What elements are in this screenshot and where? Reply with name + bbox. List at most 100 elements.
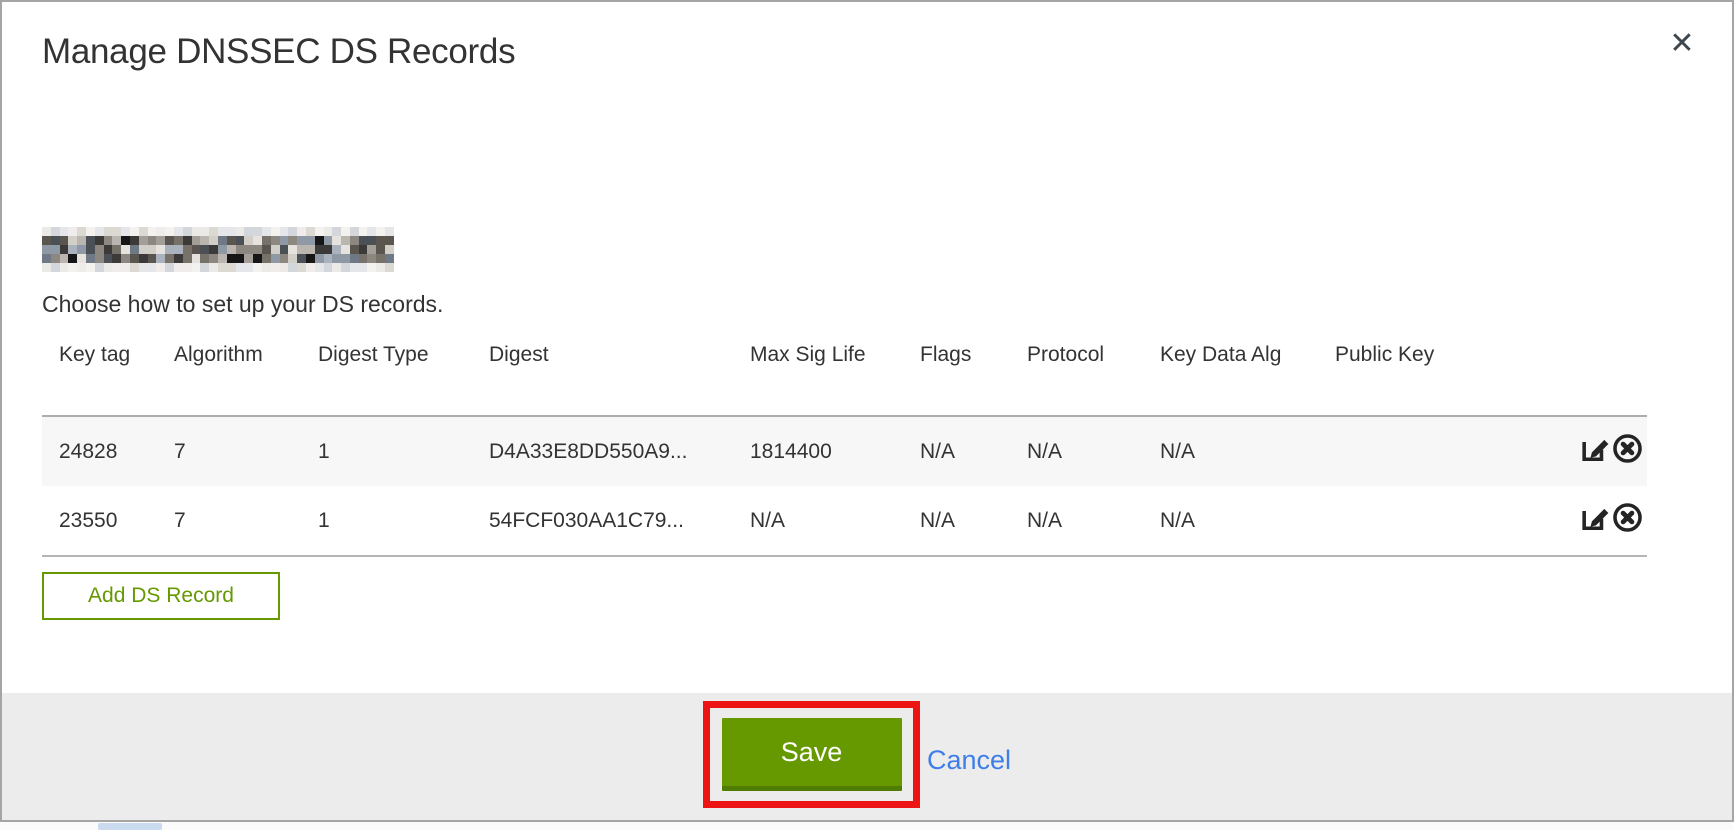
redaction-pixel	[200, 263, 209, 272]
dialog-title: Manage DNSSEC DS Records	[42, 32, 515, 72]
redaction-pixel	[332, 263, 341, 272]
redaction-pixel	[253, 227, 262, 236]
redaction-pixel	[306, 236, 315, 245]
redaction-pixel	[332, 236, 341, 245]
redaction-pixel	[341, 254, 350, 263]
delete-icon[interactable]	[1612, 433, 1643, 464]
redaction-pixel	[139, 245, 148, 254]
redaction-pixel	[359, 227, 368, 236]
redaction-pixel	[86, 245, 95, 254]
redaction-pixel	[68, 227, 77, 236]
redaction-pixel	[297, 245, 306, 254]
redaction-pixel	[77, 227, 86, 236]
redaction-pixel	[68, 263, 77, 272]
redaction-pixel	[148, 263, 157, 272]
redaction-pixel	[288, 263, 297, 272]
cell-flags: N/A	[920, 416, 1027, 486]
redaction-pixel	[350, 245, 359, 254]
redaction-pixel	[139, 236, 148, 245]
redaction-pixel	[130, 263, 139, 272]
redaction-pixel	[367, 254, 376, 263]
redaction-pixel	[227, 227, 236, 236]
screenshot-frame: Manage DNSSEC DS Records ✕ Choose how to…	[0, 0, 1734, 830]
edit-icon[interactable]	[1580, 433, 1611, 464]
redaction-pixel	[385, 263, 394, 272]
cancel-link[interactable]: Cancel	[927, 745, 1011, 776]
redaction-pixel	[121, 227, 130, 236]
redaction-pixel	[156, 245, 165, 254]
redaction-pixel	[297, 263, 306, 272]
row-actions	[1555, 486, 1647, 556]
redaction-pixel	[148, 236, 157, 245]
redaction-pixel	[315, 236, 324, 245]
redaction-pixel	[288, 245, 297, 254]
close-icon[interactable]: ✕	[1662, 24, 1702, 64]
redaction-pixel	[350, 254, 359, 263]
redaction-pixel	[42, 227, 51, 236]
redaction-pixel	[385, 236, 394, 245]
redaction-pixel	[209, 254, 218, 263]
redaction-pixel	[42, 236, 51, 245]
redaction-pixel	[236, 227, 245, 236]
redaction-pixel	[183, 254, 192, 263]
redaction-pixel	[51, 263, 60, 272]
redaction-pixel	[165, 227, 174, 236]
redaction-pixel	[104, 236, 113, 245]
redaction-pixel	[209, 263, 218, 272]
redaction-pixel	[253, 236, 262, 245]
redaction-pixel	[139, 263, 148, 272]
redaction-pixel	[324, 245, 333, 254]
redaction-pixel	[271, 245, 280, 254]
edit-icon[interactable]	[1580, 502, 1611, 533]
redaction-pixel	[262, 245, 271, 254]
redaction-pixel	[218, 236, 227, 245]
redaction-pixel	[42, 254, 51, 263]
redaction-pixel	[236, 263, 245, 272]
redaction-pixel	[209, 227, 218, 236]
redaction-pixel	[271, 254, 280, 263]
redaction-pixel	[42, 245, 51, 254]
redaction-pixel	[104, 263, 113, 272]
cell-algorithm: 7	[174, 416, 318, 486]
redaction-pixel	[174, 254, 183, 263]
cell-key-data-alg: N/A	[1160, 486, 1335, 556]
delete-icon[interactable]	[1612, 502, 1643, 533]
col-header-flags: Flags	[920, 335, 1027, 416]
redaction-pixel	[359, 245, 368, 254]
redaction-pixel	[315, 263, 324, 272]
redaction-pixel	[139, 227, 148, 236]
redaction-pixel	[262, 254, 271, 263]
redaction-pixel	[244, 245, 253, 254]
redaction-pixel	[376, 236, 385, 245]
redaction-pixel	[218, 245, 227, 254]
add-ds-record-button[interactable]: Add DS Record	[42, 572, 280, 620]
cell-key-tag: 24828	[42, 416, 174, 486]
col-header-key-tag: Key tag	[42, 335, 174, 416]
redaction-pixel	[227, 263, 236, 272]
redaction-pixel	[253, 263, 262, 272]
save-button[interactable]: Save	[722, 718, 902, 791]
redaction-pixel	[306, 254, 315, 263]
redaction-pixel	[350, 227, 359, 236]
redaction-pixel	[359, 263, 368, 272]
redaction-pixel	[60, 227, 69, 236]
domain-name-redacted	[42, 227, 394, 272]
redaction-pixel	[218, 254, 227, 263]
redaction-pixel	[200, 236, 209, 245]
redaction-pixel	[376, 263, 385, 272]
redaction-pixel	[297, 236, 306, 245]
cell-key-data-alg: N/A	[1160, 416, 1335, 486]
redaction-pixel	[350, 263, 359, 272]
dnssec-ds-records-dialog: Manage DNSSEC DS Records ✕ Choose how to…	[0, 0, 1734, 822]
redaction-pixel	[315, 254, 324, 263]
redaction-pixel	[297, 254, 306, 263]
redaction-pixel	[121, 263, 130, 272]
cell-public-key	[1335, 416, 1555, 486]
redaction-pixel	[324, 236, 333, 245]
redaction-pixel	[297, 227, 306, 236]
redaction-pixel	[341, 227, 350, 236]
redaction-pixel	[121, 254, 130, 263]
redaction-pixel	[95, 254, 104, 263]
redaction-pixel	[367, 227, 376, 236]
redaction-pixel	[244, 254, 253, 263]
